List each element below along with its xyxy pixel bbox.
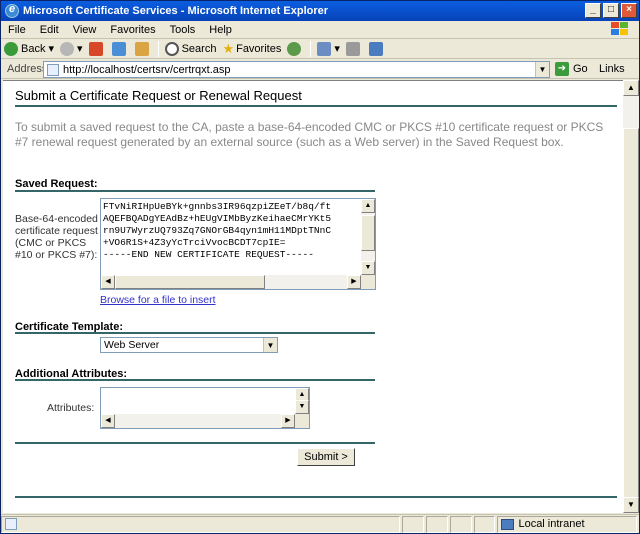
go-arrow-icon: ➜ — [555, 62, 569, 76]
textarea-vertical-scrollbar[interactable]: ▲ ▼ — [361, 199, 375, 275]
links-toolbar[interactable]: Links — [599, 63, 625, 75]
page-scroll-up-button[interactable]: ▲ — [623, 80, 639, 96]
page-vertical-scrollbar[interactable]: ▲ ▼ — [623, 80, 639, 513]
scroll-down-button[interactable]: ▼ — [361, 261, 375, 275]
footer-divider — [15, 496, 617, 498]
edit-page-icon — [368, 41, 383, 56]
page-status-icon — [5, 518, 17, 530]
browse-file-link[interactable]: Browse for a file to insert — [100, 294, 216, 306]
saved-request-text: FTvNiRIHpUeBYk+gnnbs3IR96qzpiZEeT/b8q/ft… — [103, 201, 332, 260]
menu-view[interactable]: View — [66, 24, 104, 36]
attr-scroll-down-button[interactable]: ▼ — [295, 400, 309, 414]
stop-button[interactable] — [86, 39, 109, 59]
status-bar: Local intranet — [1, 514, 639, 533]
template-dropdown-button[interactable]: ▼ — [263, 338, 277, 352]
page-scroll-thumb[interactable] — [623, 128, 639, 498]
favorites-button[interactable]: ★ Favorites — [219, 39, 284, 59]
forward-button[interactable]: ▾ — [57, 39, 86, 59]
search-button[interactable]: Search — [162, 39, 220, 59]
mail-icon — [317, 41, 332, 56]
standard-toolbar: Back ▾ ▾ Search ★ Favorites ▾ — [1, 39, 639, 59]
intro-text: To submit a saved request to the CA, pas… — [15, 120, 604, 149]
forward-arrow-icon — [60, 41, 75, 56]
refresh-button[interactable] — [109, 39, 132, 59]
page-scroll-down-button[interactable]: ▼ — [623, 497, 639, 513]
attributes-vertical-scrollbar[interactable]: ▲ ▼ — [295, 388, 309, 414]
submit-button[interactable]: Submit > — [297, 448, 355, 466]
print-icon — [345, 41, 360, 56]
print-button[interactable] — [343, 39, 366, 59]
menu-bar: File Edit View Favorites Tools Help — [1, 21, 639, 39]
stop-icon — [88, 41, 103, 56]
saved-request-divider — [15, 190, 375, 192]
security-zone-label: Local intranet — [518, 518, 585, 530]
go-button[interactable]: ➜ Go — [555, 62, 588, 76]
address-bar: Address http://localhost/certsrv/certrqx… — [1, 60, 639, 79]
submit-divider — [15, 442, 375, 444]
template-selected-value: Web Server — [104, 339, 160, 351]
home-icon — [134, 41, 149, 56]
saved-request-label: Base-64-encoded certificate request (CMC… — [15, 213, 98, 261]
back-button[interactable]: Back ▾ — [1, 39, 57, 59]
attributes-label: Attributes: — [47, 402, 95, 414]
menu-help[interactable]: Help — [202, 24, 239, 36]
page-icon — [47, 63, 59, 76]
intranet-zone-icon — [501, 518, 515, 530]
attr-scroll-left-button[interactable]: ◀ — [101, 414, 115, 428]
home-button[interactable] — [132, 39, 155, 59]
mail-button[interactable]: ▾ — [314, 39, 343, 59]
address-url: http://localhost/certsrv/certrqxt.asp — [63, 63, 231, 76]
title-bar: Microsoft Certificate Services - Microso… — [1, 1, 639, 21]
search-icon — [164, 41, 179, 56]
hscroll-thumb[interactable] — [115, 275, 265, 289]
history-button[interactable] — [284, 39, 307, 59]
minimize-button[interactable]: _ — [585, 3, 601, 18]
saved-request-heading: Saved Request: — [15, 178, 98, 190]
attributes-divider — [15, 379, 375, 381]
scroll-right-button[interactable]: ▶ — [347, 275, 361, 289]
windows-flag-icon — [611, 22, 633, 38]
maximize-button[interactable]: □ — [603, 3, 619, 18]
scroll-up-button[interactable]: ▲ — [361, 199, 375, 213]
scroll-left-button[interactable]: ◀ — [101, 275, 115, 289]
menu-favorites[interactable]: Favorites — [103, 24, 162, 36]
attributes-horizontal-scrollbar[interactable]: ◀ ▶ — [101, 414, 295, 428]
address-label: Address — [7, 63, 48, 75]
refresh-icon — [111, 41, 126, 56]
textarea-horizontal-scrollbar[interactable]: ◀ ▶ — [101, 275, 361, 289]
address-dropdown-button[interactable]: ▼ — [535, 62, 549, 77]
address-input[interactable]: http://localhost/certsrv/certrqxt.asp ▼ — [43, 61, 550, 78]
window-title: Microsoft Certificate Services - Microso… — [23, 5, 329, 17]
browser-window: Microsoft Certificate Services - Microso… — [0, 0, 640, 534]
ie-logo-icon — [5, 3, 19, 18]
scroll-thumb[interactable] — [361, 215, 375, 251]
star-icon: ★ — [222, 40, 235, 56]
menu-edit[interactable]: Edit — [33, 24, 66, 36]
menu-file[interactable]: File — [1, 24, 33, 36]
template-select[interactable]: Web Server ▼ — [100, 337, 278, 353]
attr-scroll-right-button[interactable]: ▶ — [281, 414, 295, 428]
page-content: Submit a Certificate Request or Renewal … — [3, 80, 623, 513]
back-arrow-icon — [4, 41, 18, 56]
close-button[interactable]: × — [621, 3, 637, 18]
menu-tools[interactable]: Tools — [163, 24, 203, 36]
template-divider — [15, 332, 375, 334]
page-title: Submit a Certificate Request or Renewal … — [15, 88, 302, 103]
edit-button[interactable] — [366, 39, 389, 59]
title-divider — [15, 105, 617, 107]
history-icon — [287, 41, 302, 56]
saved-request-textarea[interactable]: FTvNiRIHpUeBYk+gnnbs3IR96qzpiZEeT/b8q/ft… — [100, 198, 376, 290]
attributes-textarea[interactable]: ▲ ▼ ◀ ▶ — [100, 387, 310, 429]
